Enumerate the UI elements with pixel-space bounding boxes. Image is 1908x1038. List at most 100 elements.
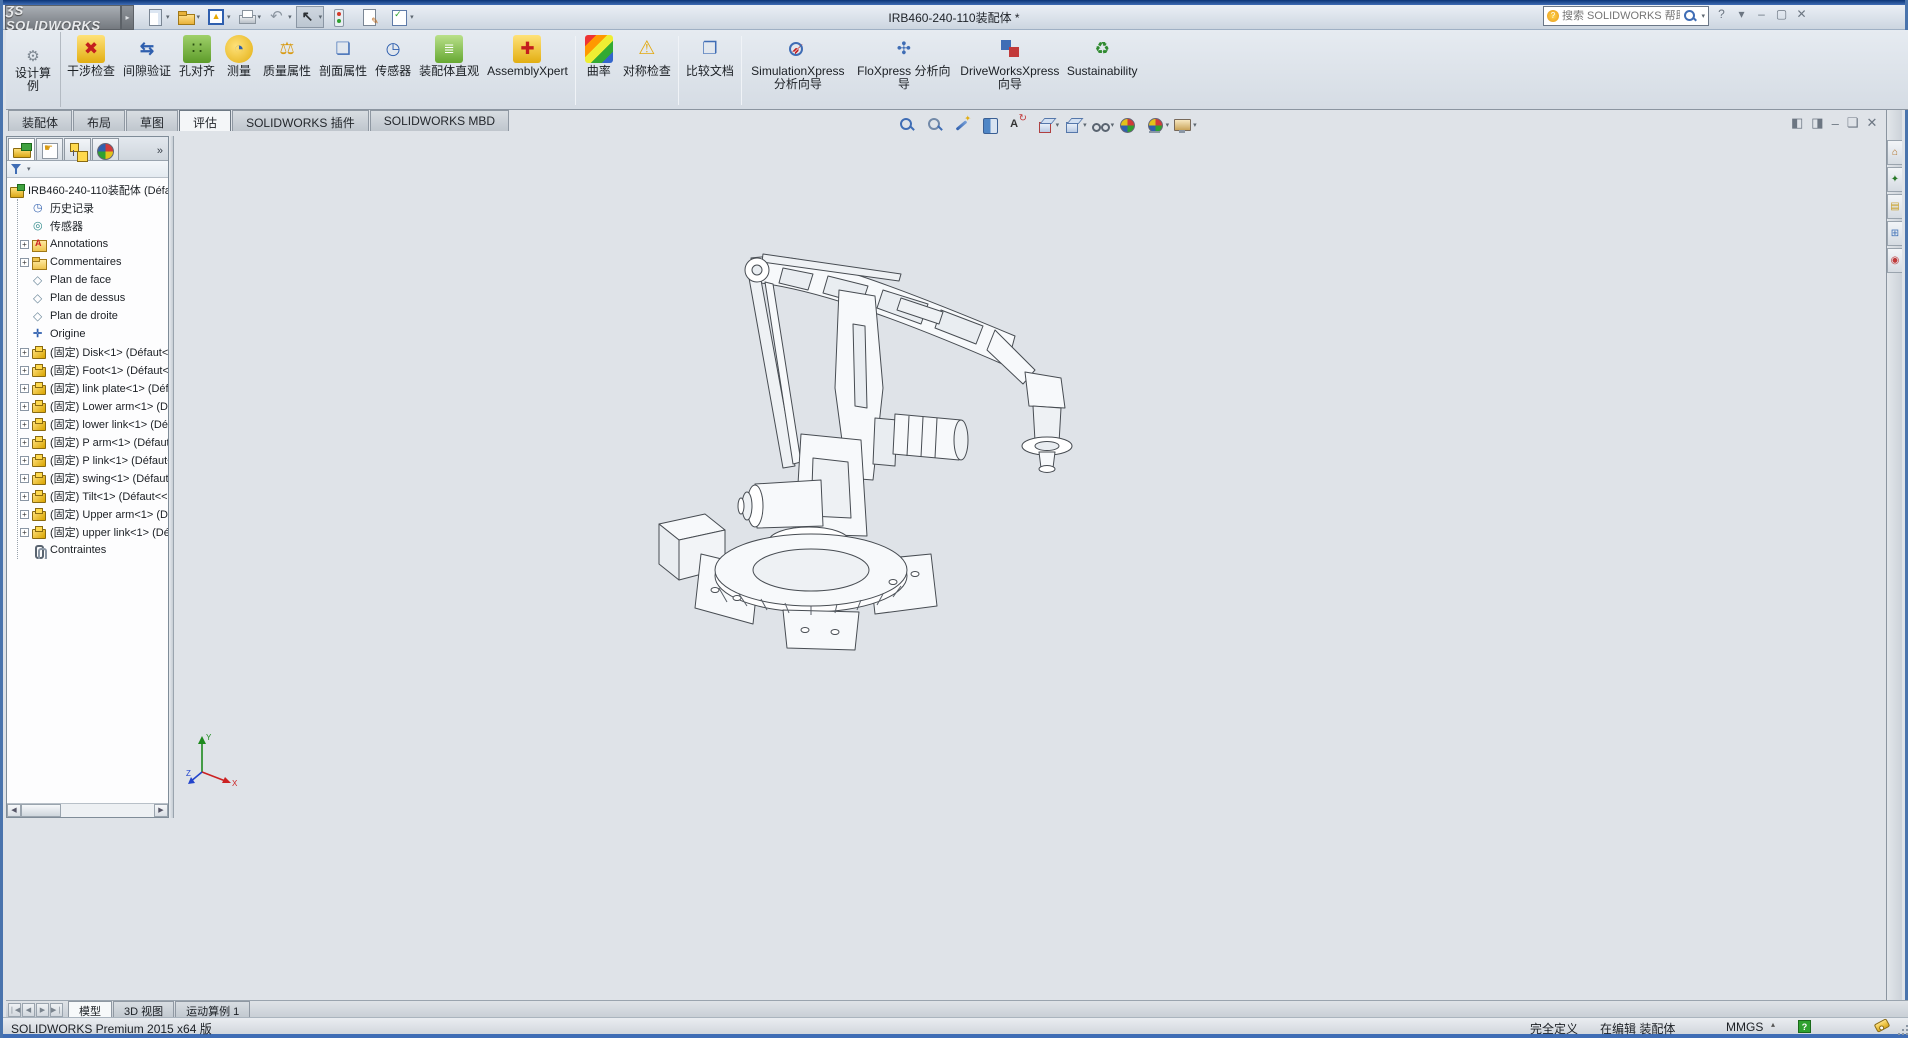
tree-item[interactable]: + (固定) Lower arm<1> (Dé [18,397,168,415]
assembly-visualization-button[interactable]: ≣ 装配体直观 [415,32,483,109]
model-tab[interactable]: 模型 [68,1001,112,1017]
tree-item[interactable]: + (固定) lower link<1> (Déf [18,415,168,433]
file-properties-button[interactable]: ▾ [357,6,386,28]
filter-dropdown-icon[interactable]: ▾ [27,165,31,173]
tree-item[interactable]: + (固定) swing<1> (Défaut< [18,469,168,487]
view-settings-button[interactable]: ▾ [1171,114,1198,136]
tag-icon[interactable] [1874,1018,1891,1033]
hide-show-items-button[interactable]: ▾ [1089,114,1116,136]
tab-sketch[interactable]: 草图 [126,110,178,131]
symmetry-check-button[interactable]: ⚠ 对称检查 [619,32,675,109]
3d-drawing-view-button[interactable]: ▾ [1006,114,1033,136]
curvature-button[interactable]: 曲率 [579,32,619,109]
zoom-to-area-button[interactable]: ▾ [924,114,951,136]
hole-alignment-button[interactable]: ∷ 孔对齐 [175,32,219,109]
help-search-box[interactable]: ? ▾ [1543,6,1709,26]
section-properties-button[interactable]: ❏ 剖面属性 [315,32,371,109]
tab-scroll-icon[interactable]: ▶❘ [50,1003,63,1017]
tab-evaluate[interactable]: 评估 [179,110,231,131]
search-dropdown-icon[interactable]: ▾ [1701,12,1705,20]
tab-scroll-icon[interactable]: ❘◀ [8,1003,21,1017]
clearance-verification-button[interactable]: ⇆ 间隙验证 [119,32,175,109]
units-selector[interactable]: MMGS [1726,1020,1763,1034]
compare-documents-button[interactable]: ❐ 比较文档 [682,32,738,109]
panel-splitter[interactable] [169,136,174,818]
tree-item[interactable]: + Commentaires [18,253,168,271]
measure-button[interactable]: ◔ 测量 [219,32,259,109]
open-button[interactable]: ▾ [174,6,203,28]
undo-button[interactable]: ▾ [265,6,294,28]
tree-item[interactable]: + (固定) Foot<1> (Défaut< [18,361,168,379]
tree-item[interactable]: + (固定) Upper arm<1> (Dé [18,505,168,523]
tree-item[interactable]: + 传感器 [18,217,168,235]
apply-scene-button[interactable]: ▾ [1144,114,1171,136]
close-button[interactable]: ✕ [1795,7,1808,21]
3d-views-tab[interactable]: 3D 视图 [113,1001,174,1017]
tree-item[interactable]: + (固定) P arm<1> (Défaut< [18,433,168,451]
scrollbar-thumb[interactable] [21,804,61,817]
zoom-to-fit-button[interactable]: ▾ [896,114,923,136]
sustainability-button[interactable]: ♻ Sustainability [1063,32,1142,109]
display-style-button[interactable]: ▾ [1061,114,1088,136]
tree-item[interactable]: + (固定) Disk<1> (Défaut< [18,343,168,361]
tree-item[interactable]: + Plan de droite [18,307,168,325]
split-pane-left-button[interactable]: ◧ [1791,115,1803,131]
tab-addins[interactable]: SOLIDWORKS 插件 [232,110,369,131]
previous-view-button[interactable]: ▾ [951,114,978,136]
rebuild-button[interactable]: ▾ [326,6,355,28]
file-explorer-tab[interactable]: ▤ [1887,194,1902,219]
split-pane-right-button[interactable]: ◨ [1811,115,1823,131]
panel-tabs-overflow[interactable]: » [153,145,167,160]
help-dropdown[interactable]: ▾ [1735,7,1748,21]
doc-close-button[interactable]: ✕ [1866,115,1877,131]
tree-filter-bar[interactable]: ▾ [7,161,168,178]
tree-item[interactable]: + (固定) Tilt<1> (Défaut<< [18,487,168,505]
scroll-left-icon[interactable]: ◀ [7,804,21,817]
units-dropdown-icon[interactable]: ▴ [1771,1020,1775,1029]
doc-minimize-button[interactable]: – [1832,116,1839,131]
tree-item[interactable]: + Plan de dessus [18,289,168,307]
driveworksxpress-wizard-button[interactable]: DriveWorksXpress 向导 [957,32,1063,109]
view-orientation-button[interactable]: ▾ [1034,114,1061,136]
select-tool-button[interactable]: ▾ [296,6,325,28]
motion-study-tab[interactable]: 运动算例 1 [175,1001,250,1017]
tree-item[interactable]: + Plan de face [18,271,168,289]
tree-item[interactable]: + Contraintes [18,541,168,559]
tab-assembly[interactable]: 装配体 [8,110,72,131]
floxpress-wizard-button[interactable]: ✣ FloXpress 分析向导 [851,32,957,109]
minimize-button[interactable]: – [1755,7,1768,21]
quick-tips-icon[interactable]: ? [1798,1020,1811,1033]
tab-mbd[interactable]: SOLIDWORKS MBD [370,110,509,131]
tree-item[interactable]: + Annotations [18,235,168,253]
featuremanager-tree-tab[interactable] [8,138,35,160]
new-document-button[interactable]: ▾ [143,6,172,28]
solidworks-resources-tab[interactable]: ⌂ [1887,140,1902,165]
section-view-button[interactable]: ▾ [979,114,1006,136]
interference-check-button[interactable]: ✖ 干涉检查 [63,32,119,109]
appearances-tab[interactable]: ◉ [1887,248,1902,273]
tree-item[interactable]: + Origine [18,325,168,343]
displaymanager-tab[interactable] [92,138,119,160]
robot-assembly-model[interactable] [643,238,1103,668]
propertymanager-tab[interactable] [36,138,63,160]
mass-properties-button[interactable]: ⚖ 质量属性 [259,32,315,109]
options-button[interactable]: ▾ [387,6,416,28]
edit-appearance-button[interactable]: ▾ [1116,114,1143,136]
tree-root-item[interactable]: IRB460-240-110装配体 (Défa [10,181,168,199]
doc-restore-button[interactable]: ❏ [1847,115,1859,131]
design-library-tab[interactable]: ✦ [1887,167,1902,192]
tree-item[interactable]: + 历史记录 [18,199,168,217]
help-button[interactable]: ? [1715,7,1728,21]
help-search-input[interactable] [1562,10,1680,22]
maximize-button[interactable]: ▢ [1775,7,1788,21]
tab-scroll-icon[interactable]: ▶ [36,1003,49,1017]
tab-scroll-icon[interactable]: ◀ [22,1003,35,1017]
search-icon[interactable] [1683,9,1697,23]
simulationxpress-wizard-button[interactable]: ➶ SimulationXpress 分析向导 [745,32,851,109]
tree-item[interactable]: + (固定) link plate<1> (Défa [18,379,168,397]
design-study-button[interactable]: ⚙ 设计算例 [9,32,61,107]
tab-layout[interactable]: 布局 [73,110,125,131]
configurationmanager-tab[interactable] [64,138,91,160]
resize-grip[interactable] [1896,1023,1908,1036]
print-button[interactable]: ▾ [235,6,264,28]
